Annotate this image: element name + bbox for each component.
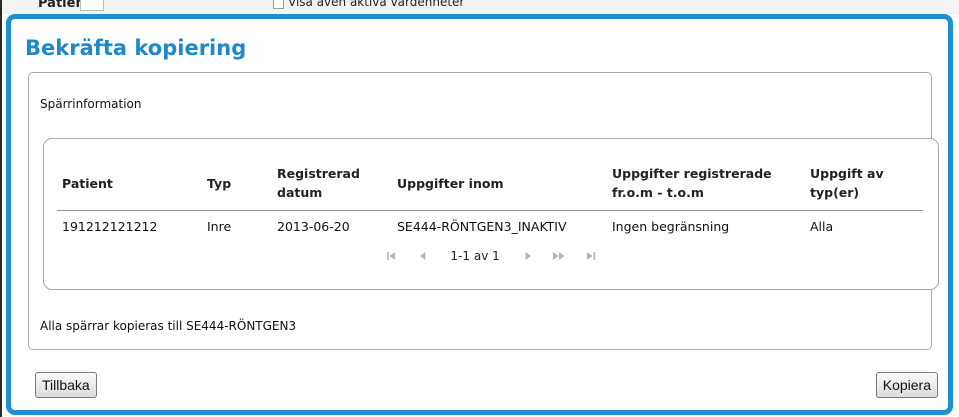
cell-uppgifter-registrerade: Ingen begränsning [612, 218, 730, 234]
table-panel: Patient Typ Registrerad datum Uppgifter i… [43, 138, 939, 290]
fast-forward-icon[interactable] [551, 249, 567, 263]
cell-uppgifter-inom: SE444-RÖNTGEN3_INAKTIV [397, 218, 567, 234]
copy-info-text: Alla spärrar kopieras till SE444-RÖNTGEN… [40, 319, 297, 333]
blocks-table: Patient Typ Registrerad datum Uppgifter i… [57, 156, 923, 241]
previous-page-icon[interactable] [415, 249, 431, 263]
column-header-uppgifter-registrerade[interactable]: Uppgifter registrerade fr.o.m - t.o.m [607, 156, 805, 211]
background-checkbox [273, 0, 284, 9]
table-row[interactable]: 191212121212 Inre 2013-06-20 SE444-RÖNTG… [57, 211, 923, 242]
column-header-uppgifter-inom[interactable]: Uppgifter inom [392, 156, 607, 211]
background-page: Patient Visa även aktiva vårdenheter [0, 0, 959, 14]
background-patient-select [80, 0, 104, 11]
page-indicator: 1-1 av 1 [450, 248, 500, 263]
next-page-icon[interactable] [520, 249, 536, 263]
pager: 1-1 av 1 [44, 248, 938, 270]
cell-typ: Inre [207, 218, 232, 234]
column-header-patient[interactable]: Patient [57, 156, 202, 211]
cell-patient: 191212121212 [62, 218, 158, 234]
first-page-icon[interactable] [383, 249, 399, 263]
confirm-copy-dialog: Bekräfta kopiering Spärrinformation Pati… [6, 14, 953, 415]
background-checkbox-label: Visa även aktiva vårdenheter [288, 0, 465, 9]
column-header-uppgift-av-typer[interactable]: Uppgift av typ(er) [805, 156, 923, 211]
content-panel: Spärrinformation Patient Typ Registrerad… [28, 72, 939, 350]
copy-button[interactable]: Kopiera [875, 372, 938, 398]
section-label: Spärrinformation [40, 97, 142, 111]
column-header-typ[interactable]: Typ [202, 156, 272, 211]
cell-uppgift-av-typer: Alla [810, 218, 834, 234]
back-button[interactable]: Tillbaka [35, 372, 97, 398]
dialog-title: Bekräfta kopiering [25, 36, 247, 60]
column-header-registrerad-datum[interactable]: Registrerad datum [272, 156, 392, 211]
last-page-icon[interactable] [583, 249, 599, 263]
table-header-row: Patient Typ Registrerad datum Uppgifter i… [57, 156, 923, 211]
cell-registrerad-datum: 2013-06-20 [277, 218, 350, 234]
page-edge [0, 0, 2, 417]
